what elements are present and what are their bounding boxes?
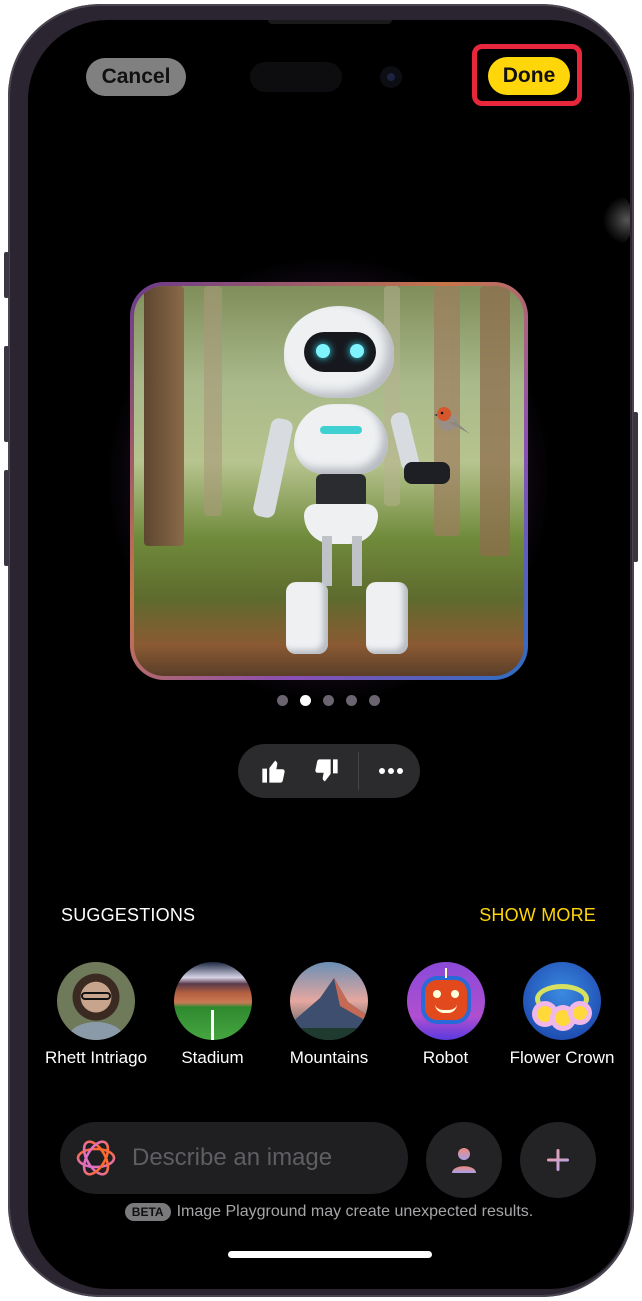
image-playground-icon bbox=[76, 1140, 116, 1176]
robot-shin bbox=[286, 582, 328, 654]
suggestion-label: Stadium bbox=[181, 1048, 244, 1067]
person-photo-icon bbox=[57, 962, 135, 1040]
stadium-image-icon bbox=[173, 962, 252, 1040]
robot-eye bbox=[350, 344, 364, 358]
suggestion-label: Rhett Intriago bbox=[44, 1048, 148, 1067]
volume-up-button bbox=[4, 346, 9, 442]
flower-crown-image-icon bbox=[523, 962, 601, 1040]
page-dot[interactable] bbox=[277, 695, 288, 706]
suggestion-flower-crown[interactable]: Flower Crown bbox=[504, 962, 620, 1068]
cancel-button[interactable]: Cancel bbox=[86, 58, 186, 96]
more-options-button[interactable] bbox=[365, 744, 417, 798]
generated-image[interactable] bbox=[134, 286, 524, 676]
person-icon bbox=[452, 1148, 476, 1173]
page-dot[interactable] bbox=[369, 695, 380, 706]
prompt-field[interactable] bbox=[60, 1122, 408, 1194]
phone-frame: Cancel Done SUGGESTIONS SHOW MORE Rhett … bbox=[4, 4, 638, 1297]
front-camera bbox=[380, 66, 402, 88]
robot-visor bbox=[304, 332, 376, 372]
ellipsis-icon bbox=[379, 768, 403, 774]
dynamic-island bbox=[250, 62, 342, 92]
robot-head bbox=[284, 306, 394, 398]
speaker bbox=[268, 20, 392, 24]
add-person-button[interactable] bbox=[426, 1122, 502, 1198]
feedback-bar bbox=[238, 744, 420, 798]
suggestion-label: Mountains bbox=[289, 1048, 369, 1067]
suggestion-label: Robot bbox=[422, 1048, 469, 1067]
generated-image-frame[interactable] bbox=[130, 282, 528, 680]
suggestions-title: SUGGESTIONS bbox=[61, 905, 196, 925]
robot-torso bbox=[294, 404, 388, 474]
beta-disclaimer: BETA Image Playground may create unexpec… bbox=[28, 1203, 630, 1221]
mountain-image-icon bbox=[290, 962, 368, 1040]
thumbs-up-icon bbox=[262, 760, 285, 783]
page-dot[interactable] bbox=[346, 695, 357, 706]
robot-eye bbox=[316, 344, 330, 358]
screen: Cancel Done SUGGESTIONS SHOW MORE Rhett … bbox=[28, 20, 630, 1289]
suggestions-row: Rhett Intriago Stadium Mountains Robot F… bbox=[38, 962, 620, 1068]
robot-hand bbox=[404, 462, 450, 484]
show-more-button[interactable]: SHOW MORE bbox=[479, 905, 596, 926]
robot-hip bbox=[304, 504, 378, 544]
thumbs-down-button[interactable] bbox=[300, 744, 352, 798]
suggestion-mountains[interactable]: Mountains bbox=[271, 962, 387, 1068]
done-button[interactable]: Done bbox=[488, 57, 570, 95]
tree-trunk bbox=[144, 286, 184, 546]
page-dot[interactable] bbox=[323, 695, 334, 706]
suggestion-person[interactable]: Rhett Intriago bbox=[38, 962, 154, 1068]
divider bbox=[358, 752, 359, 790]
robot-waist bbox=[316, 474, 366, 508]
robot-leg bbox=[322, 536, 332, 586]
tree-trunk bbox=[384, 286, 400, 506]
beta-badge: BETA bbox=[124, 1203, 171, 1221]
tree-trunk bbox=[204, 286, 222, 516]
page-indicator[interactable] bbox=[277, 695, 380, 706]
home-indicator[interactable] bbox=[228, 1251, 432, 1258]
disclaimer-text: Image Playground may create unexpected r… bbox=[176, 1203, 534, 1220]
suggestion-stadium[interactable]: Stadium bbox=[155, 962, 271, 1068]
robot-shin bbox=[366, 582, 408, 654]
add-concept-button[interactable] bbox=[520, 1122, 596, 1198]
robot-leg bbox=[352, 536, 362, 586]
tree-trunk bbox=[480, 286, 510, 556]
robot-image-icon bbox=[406, 962, 485, 1040]
thumbs-down-icon bbox=[315, 759, 338, 782]
plus-icon bbox=[547, 1149, 569, 1171]
page-dot-active[interactable] bbox=[300, 695, 311, 706]
robot-left-arm bbox=[251, 416, 295, 520]
thumbs-up-button[interactable] bbox=[248, 744, 300, 798]
suggestion-label: Flower Crown bbox=[509, 1048, 615, 1067]
robin-bird bbox=[434, 407, 470, 434]
robot-chest-light bbox=[320, 426, 362, 434]
volume-down-button bbox=[4, 470, 9, 566]
suggestion-robot[interactable]: Robot bbox=[388, 962, 504, 1068]
describe-image-input[interactable] bbox=[130, 1143, 394, 1173]
action-button bbox=[4, 252, 9, 298]
next-image-peek[interactable] bbox=[603, 195, 630, 245]
power-button bbox=[633, 412, 638, 562]
